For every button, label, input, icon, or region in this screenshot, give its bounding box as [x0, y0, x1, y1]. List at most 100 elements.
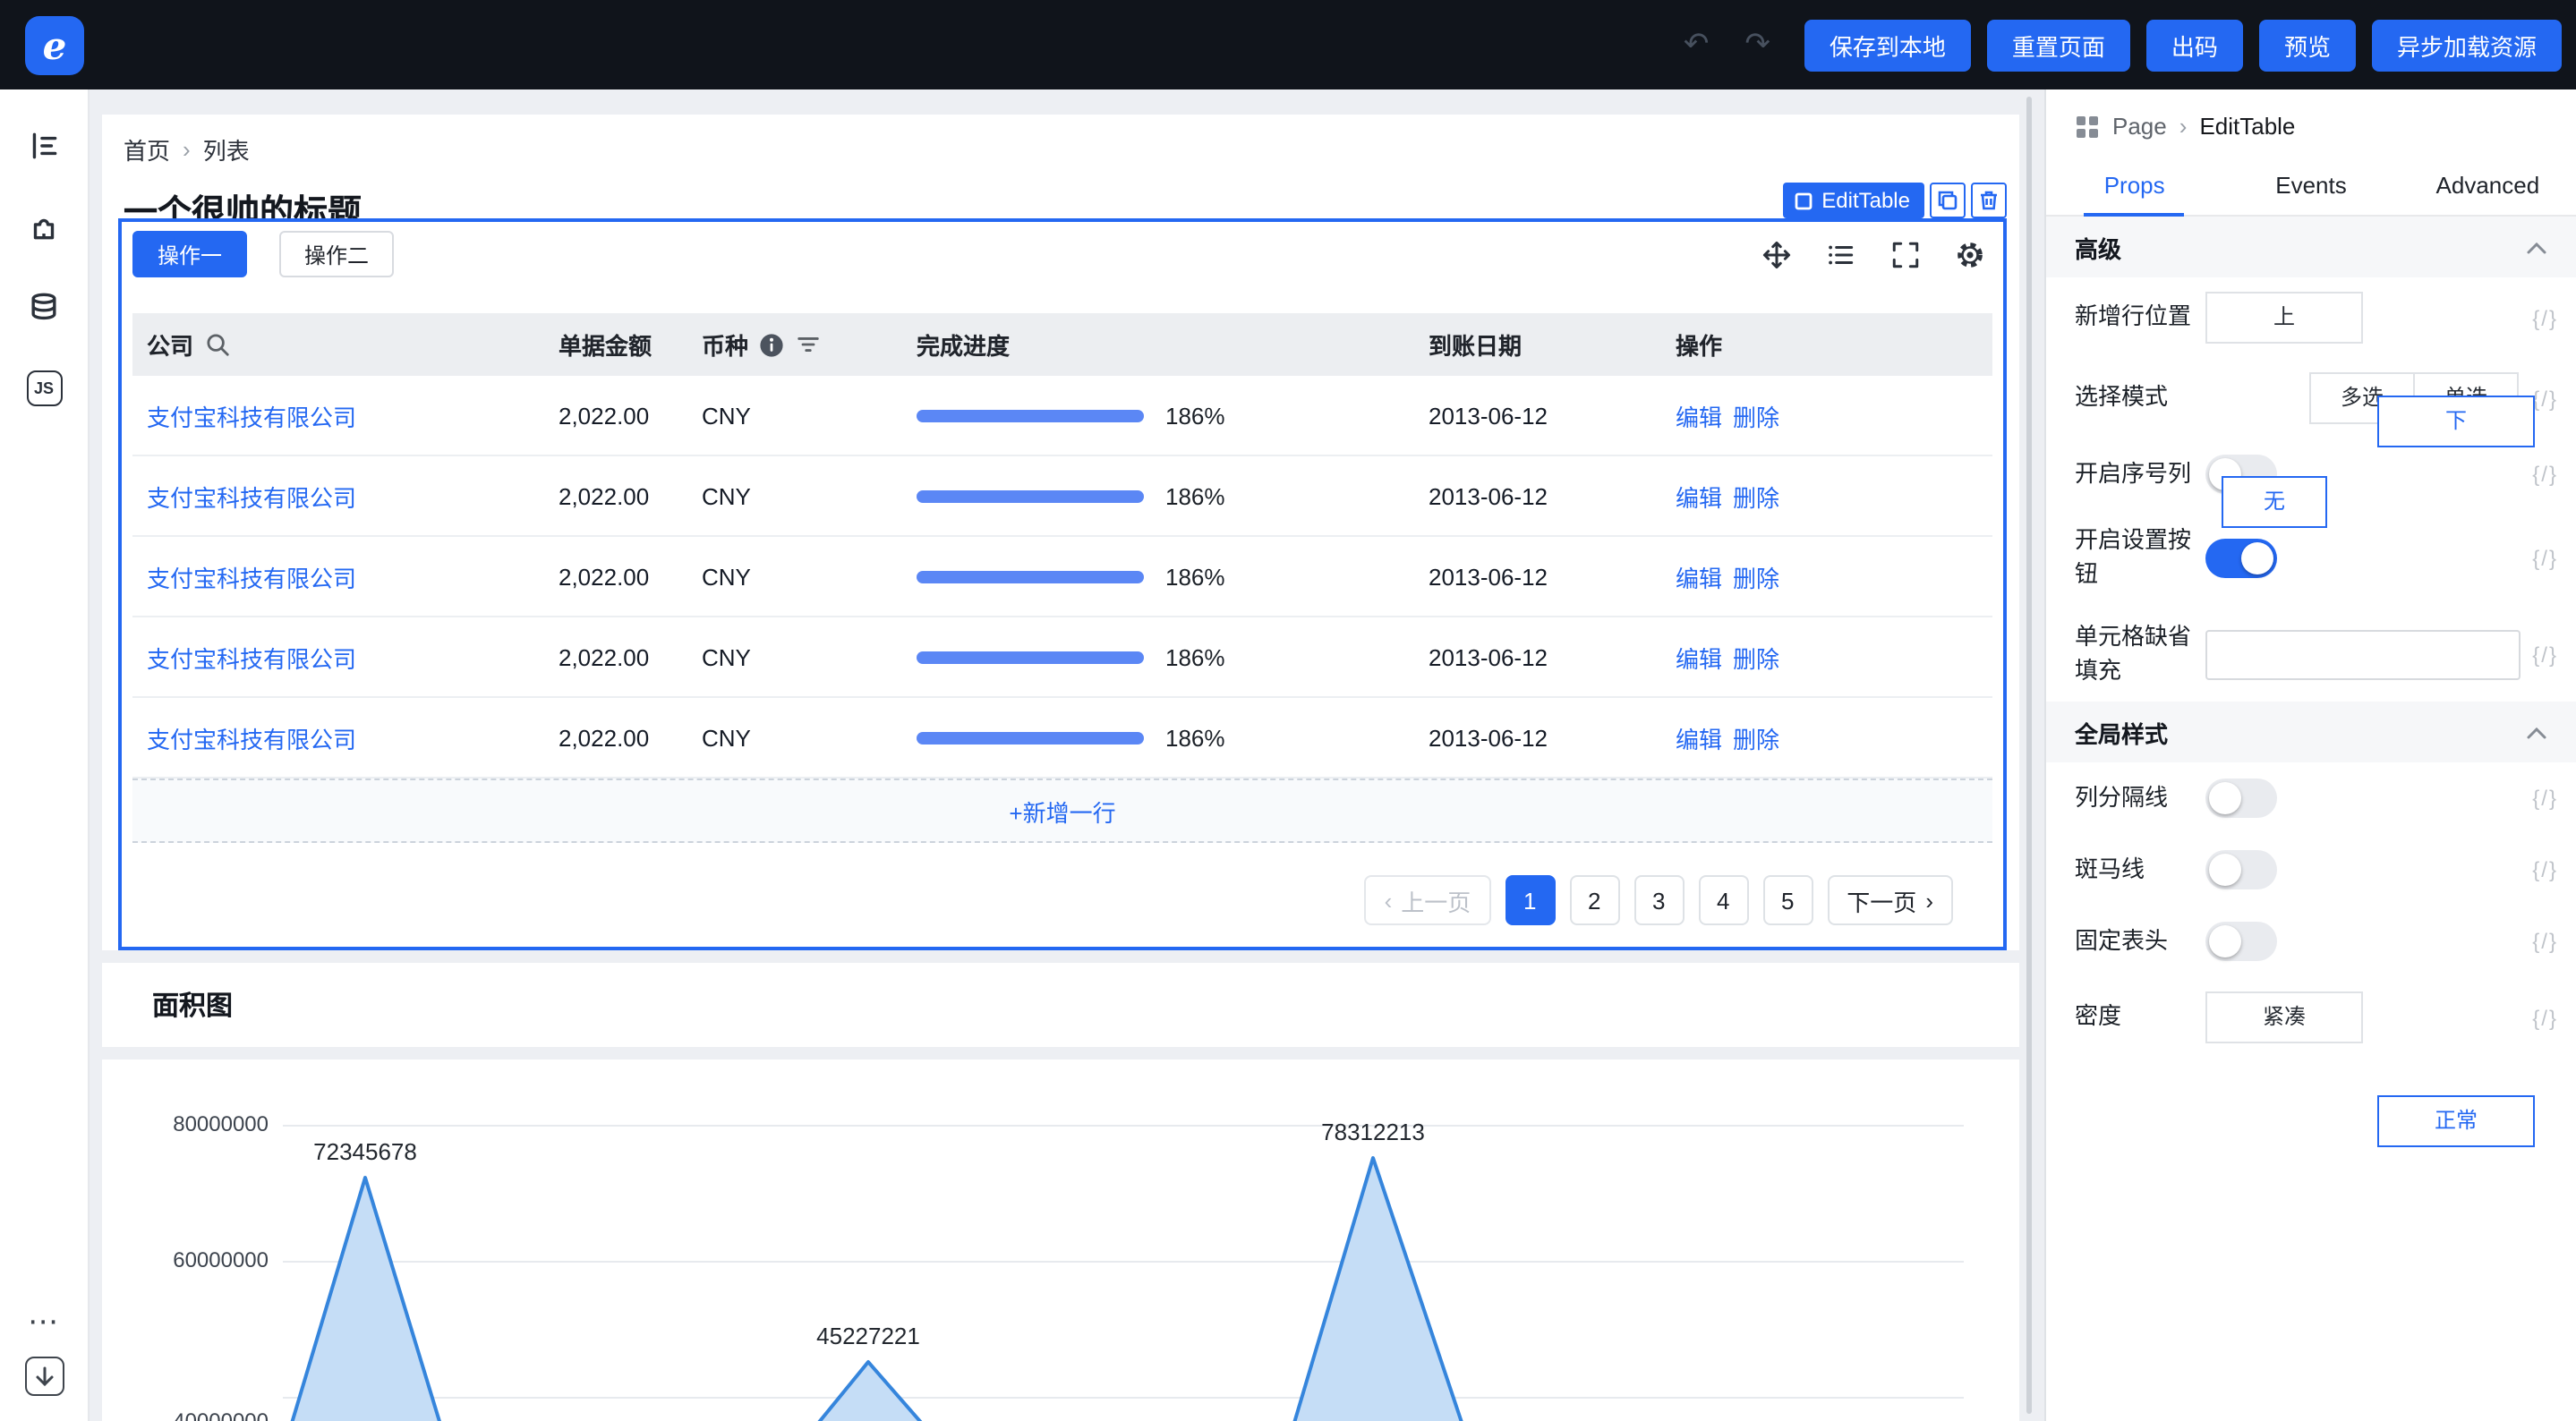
- edit-link[interactable]: 编辑: [1676, 720, 1722, 754]
- chevron-left-icon: ‹: [1385, 887, 1393, 914]
- code-binding-icon[interactable]: {/}: [2521, 305, 2558, 330]
- code-binding-icon[interactable]: {/}: [2521, 462, 2558, 487]
- search-icon[interactable]: [204, 331, 231, 358]
- fixed-header-toggle[interactable]: [2205, 923, 2277, 962]
- gear-icon[interactable]: [1955, 239, 1985, 269]
- seg-option-normal[interactable]: 正常: [2377, 1096, 2535, 1148]
- progress-bar: [917, 489, 1144, 502]
- edit-link[interactable]: 编辑: [1676, 559, 1722, 593]
- next-page-button[interactable]: 下一页 ›: [1827, 875, 1953, 925]
- settings-button-toggle[interactable]: [2205, 539, 2277, 578]
- page-button-1[interactable]: 1: [1505, 875, 1555, 925]
- column-header-company: 公司: [147, 328, 193, 362]
- delete-link[interactable]: 删除: [1733, 398, 1779, 432]
- redo-icon[interactable]: ↷: [1744, 27, 1770, 63]
- more-icon[interactable]: ⋯: [28, 1314, 60, 1332]
- field-label: 列分隔线: [2075, 782, 2205, 816]
- app-logo: e: [25, 15, 84, 74]
- delete-link[interactable]: 删除: [1733, 559, 1779, 593]
- filter-icon[interactable]: [795, 331, 822, 358]
- chevron-right-icon: ›: [1925, 887, 1933, 914]
- code-binding-icon[interactable]: {/}: [2521, 642, 2558, 667]
- delete-link[interactable]: 删除: [1733, 479, 1779, 513]
- undo-icon[interactable]: ↶: [1684, 27, 1710, 63]
- list-settings-icon[interactable]: [1826, 239, 1856, 269]
- edit-link[interactable]: 编辑: [1676, 479, 1722, 513]
- delete-component-button[interactable]: [1971, 183, 2007, 218]
- async-load-resource-button[interactable]: 异步加载资源: [2372, 19, 2562, 71]
- area-chart[interactable]: 80000000 60000000 40000000 72345678 4522…: [102, 1059, 2019, 1421]
- company-link[interactable]: 支付宝科技有限公司: [147, 559, 356, 593]
- inspector-panel: Page › EditTable Props Events Advanced 高…: [2044, 89, 2576, 1421]
- code-binding-icon[interactable]: {/}: [2521, 787, 2558, 812]
- copy-component-button[interactable]: [1930, 183, 1966, 218]
- info-icon[interactable]: [759, 332, 784, 357]
- reset-page-button[interactable]: 重置页面: [1987, 19, 2130, 71]
- field-cell-default-fill: 单元格缺省填充 {/}: [2046, 606, 2576, 702]
- progress-bar: [917, 731, 1144, 744]
- seg-option-up[interactable]: 上: [2205, 292, 2363, 344]
- column-header-amount: 单据金额: [559, 328, 652, 362]
- inspector-crumb-page[interactable]: Page: [2112, 113, 2167, 140]
- plugin-panel-icon[interactable]: [27, 209, 61, 243]
- tab-props[interactable]: Props: [2046, 156, 2222, 215]
- zebra-stripe-toggle[interactable]: [2205, 851, 2277, 890]
- edittable-selection[interactable]: EditTable 操作一 操作二: [118, 218, 2007, 950]
- company-link[interactable]: 支付宝科技有限公司: [147, 720, 356, 754]
- chart-title: 面积图: [152, 986, 233, 1024]
- cell-default-input[interactable]: [2205, 629, 2521, 679]
- table-row: 支付宝科技有限公司 2,022.00 CNY 186% 2013-06-12 编…: [132, 617, 1992, 698]
- selection-tag-label: EditTable: [1821, 188, 1910, 213]
- canvas-scrollbar[interactable]: [2026, 97, 2032, 1414]
- outline-panel-icon[interactable]: [27, 129, 61, 163]
- datasource-panel-icon[interactable]: [27, 290, 61, 324]
- add-row-button[interactable]: +新增一行: [132, 779, 1992, 843]
- column-divider-toggle[interactable]: [2205, 779, 2277, 819]
- y-axis-label: 60000000: [102, 1247, 269, 1272]
- shortcut-panel-icon[interactable]: [24, 1357, 64, 1396]
- edit-link[interactable]: 编辑: [1676, 640, 1722, 674]
- page-button-2[interactable]: 2: [1569, 875, 1619, 925]
- delete-link[interactable]: 删除: [1733, 640, 1779, 674]
- action-tab-secondary[interactable]: 操作二: [279, 231, 394, 277]
- fullscreen-icon[interactable]: [1890, 239, 1921, 269]
- company-link[interactable]: 支付宝科技有限公司: [147, 398, 356, 432]
- breadcrumb-separator-icon: ›: [2179, 113, 2188, 140]
- company-link[interactable]: 支付宝科技有限公司: [147, 479, 356, 513]
- code-binding-icon[interactable]: {/}: [2521, 546, 2558, 571]
- selection-tag[interactable]: EditTable: [1782, 183, 1924, 218]
- action-tab-primary[interactable]: 操作一: [132, 231, 247, 277]
- currency-cell: CNY: [702, 643, 751, 670]
- design-canvas[interactable]: 首页 › 列表 一个很帅的标题 EditTable: [90, 89, 2044, 1421]
- breadcrumb-home[interactable]: 首页: [124, 132, 170, 166]
- y-axis-label: 40000000: [102, 1408, 269, 1421]
- section-header-global-style[interactable]: 全局样式: [2046, 702, 2576, 763]
- seg-option-compact[interactable]: 紧凑: [2205, 992, 2363, 1044]
- edit-link[interactable]: 编辑: [1676, 398, 1722, 432]
- point-label: 78312213: [1292, 1119, 1454, 1145]
- delete-link[interactable]: 删除: [1733, 720, 1779, 754]
- page-button-4[interactable]: 4: [1698, 875, 1748, 925]
- list-page-block: 首页 › 列表 一个很帅的标题 EditTable: [102, 115, 2019, 950]
- company-link[interactable]: 支付宝科技有限公司: [147, 640, 356, 674]
- section-header-advanced[interactable]: 高级: [2046, 217, 2576, 277]
- code-binding-icon[interactable]: {/}: [2521, 930, 2558, 955]
- seg-option-none[interactable]: 无: [2222, 476, 2327, 528]
- prev-page-button[interactable]: ‹ 上一页: [1365, 875, 1491, 925]
- export-code-button[interactable]: 出码: [2146, 19, 2243, 71]
- page-button-5[interactable]: 5: [1762, 875, 1813, 925]
- code-binding-icon[interactable]: {/}: [2521, 1006, 2558, 1031]
- save-to-local-button[interactable]: 保存到本地: [1804, 19, 1971, 71]
- move-icon[interactable]: [1761, 239, 1792, 269]
- area-chart-plot: [102, 1059, 2019, 1421]
- preview-button[interactable]: 预览: [2259, 19, 2356, 71]
- tab-advanced[interactable]: Advanced: [2400, 156, 2576, 215]
- tab-events[interactable]: Events: [2222, 156, 2399, 215]
- progress-value: 186%: [1165, 402, 1225, 429]
- seg-option-down[interactable]: 下: [2377, 396, 2535, 447]
- js-panel-icon[interactable]: JS: [26, 370, 62, 406]
- chart-title-block[interactable]: 面积图: [102, 963, 2019, 1047]
- code-binding-icon[interactable]: {/}: [2521, 858, 2558, 883]
- page-button-3[interactable]: 3: [1633, 875, 1684, 925]
- currency-cell: CNY: [702, 402, 751, 429]
